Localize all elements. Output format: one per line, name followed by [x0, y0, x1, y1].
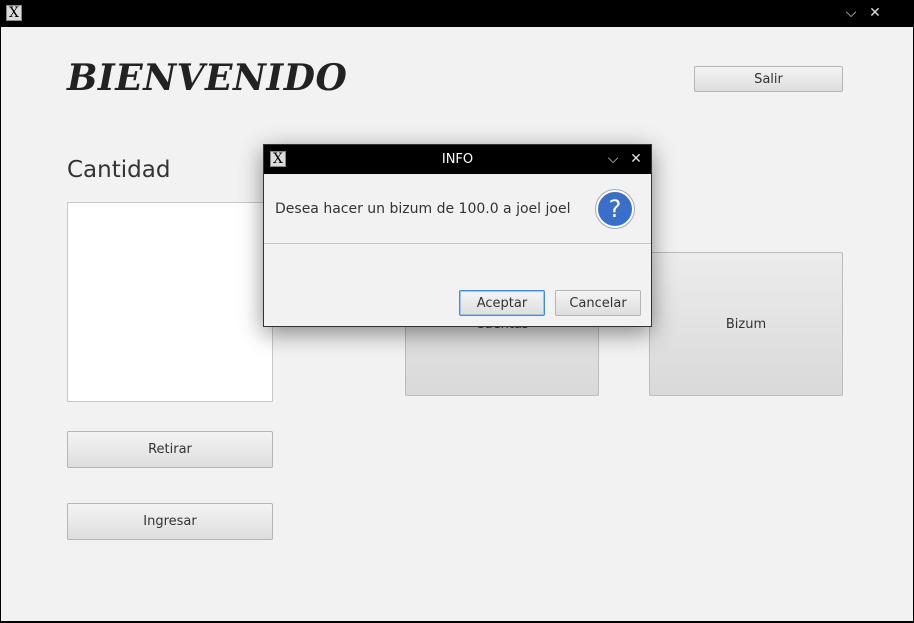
- chevron-down-icon[interactable]: ⌵: [605, 151, 621, 167]
- close-icon[interactable]: ✕: [628, 151, 644, 167]
- bizum-button[interactable]: Bizum: [649, 252, 843, 396]
- welcome-heading: BIENVENIDO: [67, 57, 348, 99]
- dialog-message: Desea hacer un bizum de 100.0 a joel joe…: [275, 201, 571, 217]
- aceptar-button[interactable]: Aceptar: [459, 290, 545, 316]
- ingresar-button[interactable]: Ingresar: [67, 503, 273, 540]
- question-icon: ?: [596, 190, 634, 228]
- info-dialog: X INFO ⌵ ✕ Desea hacer un bizum de 100.0…: [263, 144, 652, 327]
- dialog-title: INFO: [441, 152, 474, 167]
- cancelar-button[interactable]: Cancelar: [555, 290, 641, 316]
- retirar-button[interactable]: Retirar: [67, 431, 273, 468]
- close-icon[interactable]: ✕: [867, 5, 883, 21]
- chevron-down-icon[interactable]: ⌵: [843, 5, 859, 21]
- cantidad-label: Cantidad: [67, 157, 171, 183]
- dialog-titlebar: X INFO ⌵ ✕: [264, 145, 651, 174]
- dialog-divider: [264, 243, 651, 244]
- cantidad-textarea[interactable]: [67, 202, 273, 402]
- salir-button[interactable]: Salir: [694, 66, 843, 92]
- x11-logo-icon: X: [6, 5, 22, 21]
- window-titlebar: X ⌵ ✕: [0, 0, 914, 27]
